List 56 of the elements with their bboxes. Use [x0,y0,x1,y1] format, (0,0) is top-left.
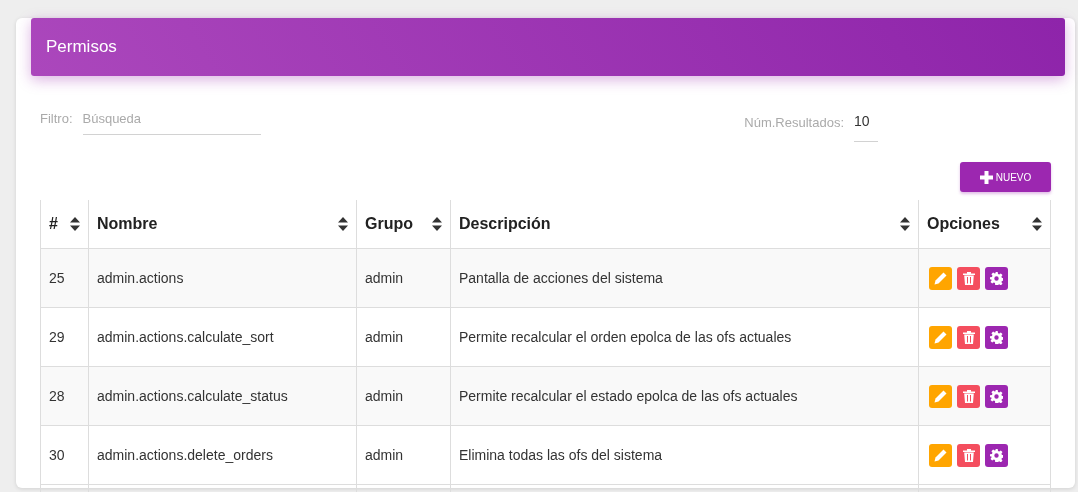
page-title: Permisos [46,37,117,57]
plus-icon [979,170,993,184]
sort-icon [432,217,442,231]
sort-icon [338,217,348,231]
results-label: Núm.Resultados: [744,115,844,130]
settings-button[interactable] [985,266,1008,290]
gear-icon [990,448,1003,462]
gear-icon [990,330,1003,344]
new-button[interactable]: NUEVO [960,162,1051,192]
delete-button[interactable] [957,325,980,349]
pencil-icon [934,448,947,462]
pencil-icon [934,389,947,403]
column-header[interactable]: Grupo [356,200,450,248]
table-cell: 30 [40,426,88,484]
pencil-icon [934,271,947,285]
trash-icon [962,389,975,403]
trash-icon [962,448,975,462]
table-cell: admin.actions.calculate_status [88,367,356,425]
settings-button[interactable] [985,443,1008,467]
table-cell: admin.actions [88,249,356,307]
gear-icon [990,389,1003,403]
column-header[interactable]: Descripción [450,200,918,248]
edit-button[interactable] [929,266,952,290]
table-cell: 29 [40,308,88,366]
table-cell: admin [356,308,450,366]
delete-button[interactable] [957,266,980,290]
settings-button[interactable] [985,325,1008,349]
table-cell: Permite recalcular el estado epolca de las ofs actuales [450,367,918,425]
delete-button[interactable] [957,384,980,408]
table-cell: Pantalla de acciones del sistema [450,249,918,307]
table-cell: admin.actions.delete_orders [88,426,356,484]
sort-icon [1032,217,1042,231]
table-cell: Elimina todas las ofs del sistema [450,426,918,484]
table-cell: admin.actions.calculate_sort [88,308,356,366]
edit-button[interactable] [929,384,952,408]
table-cell: admin [356,249,450,307]
delete-button[interactable] [957,443,980,467]
gear-icon [990,271,1003,285]
sort-icon [900,217,910,231]
trash-icon [962,330,975,344]
pencil-icon [934,330,947,344]
sort-icon [70,217,80,231]
edit-button[interactable] [929,325,952,349]
table-cell: admin [356,426,450,484]
settings-button[interactable] [985,384,1008,408]
column-header[interactable]: Opciones [918,200,1051,248]
table-cell: admin [356,367,450,425]
column-header[interactable]: Nombre [88,200,356,248]
table-cell: Permite recalcular el orden epolca de las ofs actuales [450,308,918,366]
column-header[interactable]: # [40,200,88,248]
table-cell: 28 [40,367,88,425]
trash-icon [962,271,975,285]
filter-label: Filtro: [40,111,73,126]
results-select[interactable]: 10 [854,110,878,142]
edit-button[interactable] [929,443,952,467]
table-cell: 25 [40,249,88,307]
